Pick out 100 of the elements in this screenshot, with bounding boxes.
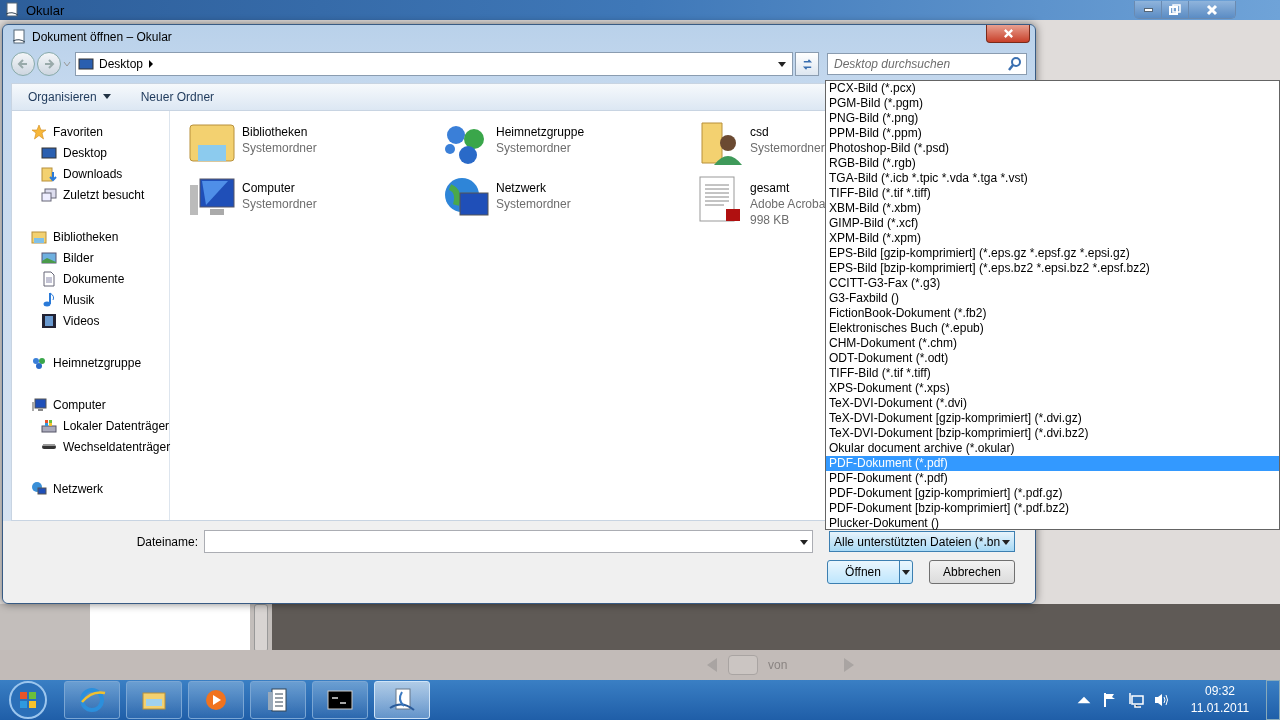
file-type-option[interactable]: EPS-Bild [bzip-komprimiert] (*.eps.bz2 *.epsi.bz2 *.epsf.bz2) (826, 261, 1279, 276)
file-type-option[interactable]: PDF-Dokument (*.pdf) (826, 471, 1279, 486)
file-type-option[interactable]: PGM-Bild (*.pgm) (826, 96, 1279, 111)
file-detail: Systemordner (496, 196, 571, 213)
document-viewer-icon (4, 2, 20, 18)
file-type-option[interactable]: GIMP-Bild (*.xcf) (826, 216, 1279, 231)
restore-button[interactable] (1162, 1, 1189, 18)
search-field[interactable]: Desktop durchsuchen (827, 53, 1027, 76)
file-name: Netzwerk (496, 180, 547, 197)
restore-icon (1169, 3, 1181, 16)
nav-item[interactable]: Bilder (12, 247, 169, 269)
file-item[interactable]: Bibliotheken Systemordner (188, 115, 442, 172)
file-detail: Systemordner (496, 140, 572, 157)
film-icon (41, 312, 57, 329)
file-type-option[interactable]: PPM-Bild (*.ppm) (826, 126, 1279, 141)
dropdown-arrow-icon[interactable] (800, 538, 808, 547)
download-folder-icon (41, 165, 57, 182)
taskbar-app-button[interactable] (312, 681, 368, 719)
file-type-option[interactable]: FictionBook-Dokument (*.fb2) (826, 306, 1279, 321)
nav-item[interactable]: Desktop (12, 142, 169, 164)
file-item[interactable]: Netzwerk Systemordner (442, 171, 696, 228)
show-desktop-button[interactable] (1266, 680, 1280, 720)
file-type-option[interactable]: XPM-Bild (*.xpm) (826, 231, 1279, 246)
file-type-option[interactable]: TeX-DVI-Dokument (*.dvi) (826, 396, 1279, 411)
file-detail: 998 KB (750, 212, 791, 229)
file-name: gesamt (750, 180, 791, 197)
file-type-option[interactable]: PDF-Dokument [gzip-komprimiert] (*.pdf.gz) (826, 486, 1279, 501)
nav-item[interactable]: Lokaler Datenträger (12, 415, 169, 437)
file-detail: Systemordner (750, 140, 825, 157)
file-detail: Systemordner (242, 140, 317, 157)
document-viewer-icon (388, 686, 416, 714)
file-type-option[interactable]: TGA-Bild (*.icb *.tpic *.vda *.tga *.vst) (826, 171, 1279, 186)
nav-item[interactable]: Zuletzt besucht (12, 184, 169, 206)
nav-item[interactable]: Netzwerk (12, 478, 169, 500)
taskbar-app-button[interactable] (126, 681, 182, 719)
file-type-option[interactable]: XPS-Dokument (*.xps) (826, 381, 1279, 396)
nav-item[interactable]: Computer (12, 394, 169, 416)
file-type-option[interactable]: TeX-DVI-Dokument [gzip-komprimiert] (*.dvi.gz) (826, 411, 1279, 426)
page-count-label: von (768, 658, 788, 672)
file-type-option[interactable]: EPS-Bild [gzip-komprimiert] (*.eps.gz *.epsf.gz *.epsi.gz) (826, 246, 1279, 261)
caret-icon (1002, 537, 1010, 546)
cancel-button[interactable]: Abbrechen (929, 560, 1015, 585)
file-type-option[interactable]: TeX-DVI-Dokument [bzip-komprimiert] (*.dvi.bz2) (826, 426, 1279, 441)
search-icon[interactable] (1007, 56, 1023, 73)
forward-button[interactable] (37, 52, 61, 77)
file-type-option[interactable]: PNG-Bild (*.png) (826, 111, 1279, 126)
file-type-option[interactable]: Okular document archive (*.okular) (826, 441, 1279, 456)
file-type-option[interactable]: TIFF-Bild (*.tif *.tiff) (826, 366, 1279, 381)
organize-menu-button[interactable]: Organisieren (20, 86, 119, 107)
file-type-option[interactable]: TIFF-Bild (*.tif *.tiff) (826, 186, 1279, 201)
file-type-option[interactable]: XBM-Bild (*.xbm) (826, 201, 1279, 216)
page-thumbnail[interactable] (90, 604, 250, 650)
nav-item[interactable]: Heimnetzgruppe (12, 352, 169, 374)
file-type-option[interactable]: ODT-Dokument (*.odt) (826, 351, 1279, 366)
file-name-label: Dateiname: (135, 534, 198, 549)
address-bar[interactable]: Desktop (75, 52, 793, 77)
browser-icon (78, 686, 106, 714)
file-type-option[interactable]: Plucker-Dokument () (826, 516, 1279, 531)
refresh-button[interactable] (795, 52, 819, 77)
nav-item[interactable]: Dokumente (12, 268, 169, 290)
close-button[interactable] (986, 25, 1030, 43)
close-icon (1002, 28, 1014, 39)
breadcrumb-arrow-icon[interactable] (148, 60, 155, 69)
clock[interactable]: 09:32 11.01.2011 (1188, 683, 1252, 717)
page-number-field[interactable] (728, 655, 758, 675)
taskbar-app-button[interactable] (250, 681, 306, 719)
dialog-title: Dokument öffnen – Okular (32, 30, 172, 45)
file-type-option[interactable]: RGB-Bild (*.rgb) (826, 156, 1279, 171)
open-button[interactable]: Öffnen (827, 560, 913, 585)
scrollbar[interactable] (254, 604, 268, 652)
nav-item[interactable]: Downloads (12, 163, 169, 185)
nav-item[interactable]: Bibliotheken (12, 226, 169, 248)
network-icon[interactable] (1128, 692, 1144, 708)
file-type-option[interactable]: Photoshop-Bild (*.psd) (826, 141, 1279, 156)
caret-icon (102, 93, 111, 100)
start-button[interactable] (8, 680, 48, 720)
file-item[interactable]: Heimnetzgruppe Systemordner (442, 115, 696, 172)
nav-item[interactable]: Wechseldatenträger (12, 436, 169, 458)
new-folder-button[interactable]: Neuer Ordner (132, 86, 223, 107)
file-type-option[interactable]: G3-Faxbild () (826, 291, 1279, 306)
minimize-button[interactable] (1135, 1, 1162, 18)
nav-item[interactable]: Videos (12, 310, 169, 332)
file-item[interactable]: Computer Systemordner (188, 171, 442, 228)
file-type-option[interactable]: PCX-Bild (*.pcx) (826, 81, 1279, 96)
file-type-option[interactable]: PDF-Dokument [bzip-komprimiert] (*.pdf.bz2) (826, 501, 1279, 516)
arrow-left-icon (17, 58, 29, 71)
caret-icon (902, 568, 910, 577)
nav-item[interactable]: Musik (12, 289, 169, 311)
nav-item[interactable]: Favoriten (12, 121, 169, 143)
file-name-field[interactable] (204, 530, 813, 554)
speaker-icon[interactable] (1154, 692, 1170, 708)
back-button[interactable] (11, 52, 35, 77)
dropdown-arrow-icon[interactable] (778, 60, 786, 69)
monitor-icon (78, 56, 94, 73)
file-type-option[interactable]: CHM-Dokument (*.chm) (826, 336, 1279, 351)
file-detail: Systemordner (242, 196, 317, 213)
file-type-option[interactable]: CCITT-G3-Fax (*.g3) (826, 276, 1279, 291)
file-type-option[interactable]: Elektronisches Buch (*.epub) (826, 321, 1279, 336)
file-type-dropdown[interactable]: Alle unterstützten Dateien (*.bn (829, 531, 1015, 553)
clock-time: 09:32 (1205, 683, 1235, 700)
